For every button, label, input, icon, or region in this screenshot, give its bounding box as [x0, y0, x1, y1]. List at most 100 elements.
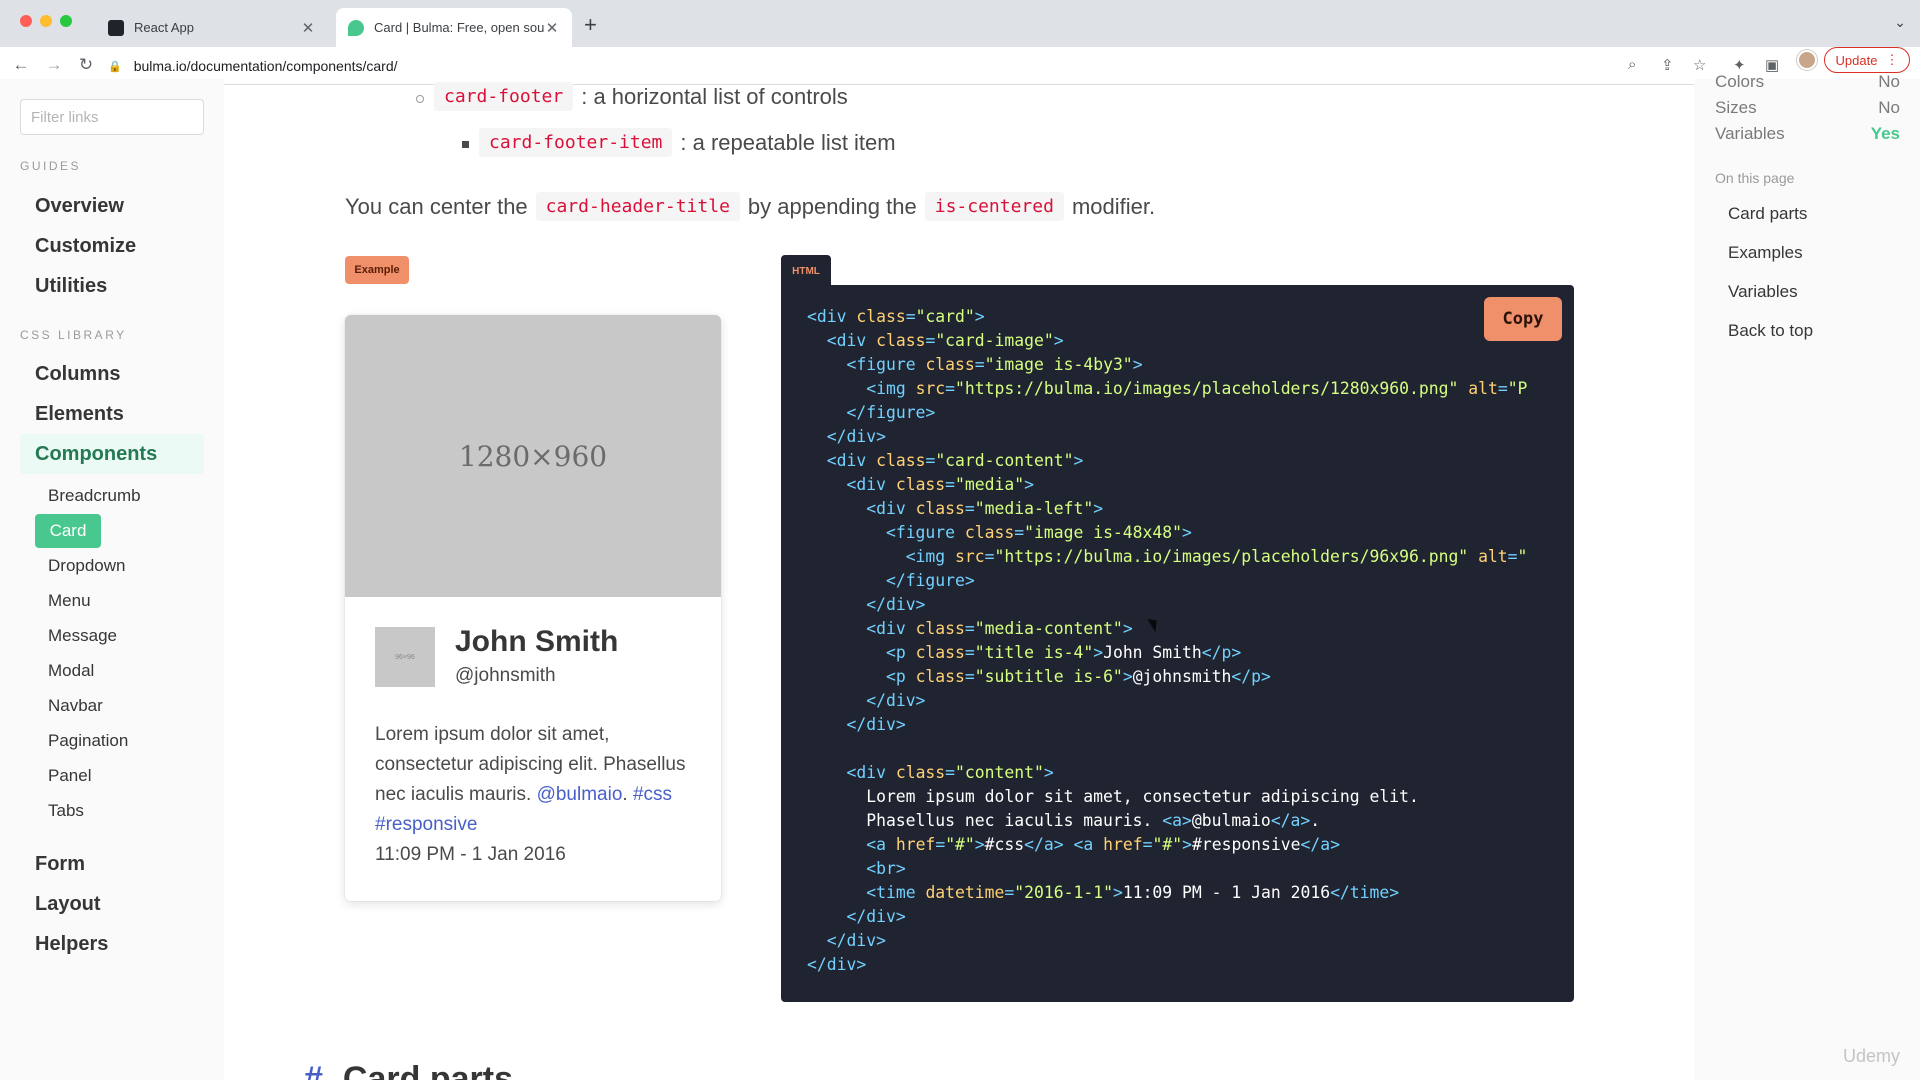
toc-item-back-to-top[interactable]: Back to top [1728, 321, 1813, 341]
sidebar-item-utilities[interactable]: Utilities [35, 275, 107, 298]
update-label: Update [1835, 52, 1878, 68]
minimize-window-button[interactable] [40, 15, 52, 27]
guides-label: GUIDES [20, 159, 82, 173]
code-line: <div class="media-left"> [866, 499, 1104, 518]
code-line: <div class="media"> [846, 475, 1034, 494]
code-line: <div class="media-content"> [866, 619, 1133, 638]
tab-bulma-card[interactable]: Card | Bulma: Free, open source ✕ [336, 8, 572, 47]
inline-code: card-footer-item [479, 128, 673, 157]
sidebar-item-columns[interactable]: Columns [35, 363, 121, 386]
close-window-button[interactable] [20, 15, 32, 27]
toc-item-card-parts[interactable]: Card parts [1728, 204, 1807, 224]
sidebar-item-layout[interactable]: Layout [35, 893, 101, 916]
tab-title: React App [134, 20, 194, 35]
code-line: Phasellus nec iaculis mauris. <a>@bulmai… [807, 811, 1321, 830]
sentence-text: You can center the [345, 193, 528, 219]
card-title: John Smith [455, 625, 619, 658]
code-line: </div> [826, 427, 886, 446]
sidebar-item-message[interactable]: Message [48, 626, 117, 646]
sidebar-item-dropdown[interactable]: Dropdown [48, 556, 126, 576]
spec-value: No [1878, 72, 1900, 91]
list-bullet-circle [416, 95, 424, 103]
example-tag: Example [345, 256, 409, 284]
sidebar-item-tabs[interactable]: Tabs [48, 801, 84, 821]
new-tab-plus-icon[interactable]: + [584, 12, 597, 38]
thumb-size-label: 96×96 [395, 653, 415, 661]
profile-avatar[interactable] [1797, 50, 1817, 70]
card-subtitle: @johnsmith [455, 665, 556, 686]
avatar-thumbnail-placeholder: 96×96 [375, 627, 435, 687]
bookmark-star-icon[interactable]: ☆ [1693, 56, 1706, 74]
code-line: <a href="#">#css</a> <a href="#">#respon… [866, 835, 1341, 854]
code-line: </div> [866, 595, 926, 614]
sidebar-item-menu[interactable]: Menu [48, 591, 91, 611]
docs-sidebar: GUIDES Overview Customize Utilities CSS … [0, 79, 224, 1080]
sidebar-item-navbar[interactable]: Navbar [48, 696, 103, 716]
list-bullet-square [462, 141, 469, 148]
maximize-window-button[interactable] [60, 15, 72, 27]
html-code-tab[interactable]: HTML [781, 255, 831, 287]
code-line: </div> [866, 691, 926, 710]
spec-row-sizes: Sizes No [1715, 98, 1900, 118]
url-text[interactable]: bulma.io/documentation/components/card/ [134, 58, 398, 74]
browser-tab-bar: React App ✕ Card | Bulma: Free, open sou… [0, 0, 1920, 47]
responsive-hashtag-link[interactable]: #responsive [375, 814, 477, 835]
code-line: <div class="card"> [807, 307, 985, 326]
address-bar[interactable]: 🔒 bulma.io/documentation/components/card… [108, 51, 1668, 81]
html-code-block: Copy <div class="card"> <div class="card… [781, 285, 1574, 1002]
close-tab-icon[interactable]: ✕ [300, 19, 316, 37]
sidebar-item-components[interactable]: Components [35, 443, 157, 466]
update-button[interactable]: Update ⋮ [1824, 47, 1910, 73]
inline-code: card-footer [434, 82, 574, 111]
filter-links-input[interactable] [20, 99, 204, 135]
sidebar-item-modal[interactable]: Modal [48, 661, 94, 681]
sidebar-item-form[interactable]: Form [35, 853, 85, 876]
demo-card: 1280×960 96×96 John Smith @johnsmith Lor… [345, 315, 721, 901]
code-line: <br> [866, 859, 906, 878]
more-vertical-icon: ⋮ [1885, 52, 1899, 67]
close-tab-icon[interactable]: ✕ [544, 19, 560, 37]
sidebar-item-overview[interactable]: Overview [35, 195, 124, 218]
share-icon[interactable]: ⇪ [1661, 56, 1674, 74]
sidebar-item-elements[interactable]: Elements [35, 403, 124, 426]
heading-anchor-hash[interactable]: # [304, 1060, 323, 1080]
toc-item-variables[interactable]: Variables [1728, 282, 1798, 302]
back-arrow-icon[interactable]: ← [10, 55, 32, 75]
sidebar-item-card[interactable]: Card [35, 514, 101, 548]
image-size-label: 1280×960 [458, 439, 608, 473]
code-line: </figure> [885, 571, 975, 590]
udemy-watermark: Udemy [1843, 1046, 1901, 1066]
zoom-icon[interactable]: ⌕ [1628, 56, 1636, 73]
list-item-text: : a horizontal list of controls [581, 83, 848, 109]
code-line: </figure> [846, 403, 936, 422]
card-timestamp: 11:09 PM - 1 Jan 2016 [375, 844, 566, 865]
bulmaio-link[interactable]: @bulmaio [537, 784, 623, 805]
reload-icon[interactable]: ↻ [75, 55, 97, 75]
code-line: </div> [807, 955, 867, 974]
sidebar-item-customize[interactable]: Customize [35, 235, 136, 258]
right-meta-panel [1694, 79, 1920, 1080]
copy-button[interactable]: Copy [1484, 297, 1562, 341]
code-line: <p class="subtitle is-6">@johnsmith</p> [885, 667, 1271, 686]
code-line: <img src="https://bulma.io/images/placeh… [866, 379, 1528, 398]
tab-react-app[interactable]: React App ✕ [96, 8, 328, 47]
spec-label: Variables [1715, 124, 1785, 143]
sentence-text: modifier. [1071, 193, 1156, 219]
sidebar-item-panel[interactable]: Panel [48, 766, 91, 786]
list-item-card-footer: card-footer : a horizontal list of contr… [434, 82, 848, 111]
sidebar-item-pagination[interactable]: Pagination [48, 731, 128, 751]
sidebar-item-breadcrumb[interactable]: Breadcrumb [48, 486, 141, 506]
sidebar-item-helpers[interactable]: Helpers [35, 933, 108, 956]
code-line: <div class="card-content"> [826, 451, 1084, 470]
code-line: <time datetime="2016-1-1">11:09 PM - 1 J… [866, 883, 1400, 902]
spec-row-variables: Variables Yes [1715, 124, 1900, 144]
card-parts-heading: # Card parts [304, 1060, 513, 1080]
forward-arrow-icon[interactable]: → [43, 55, 65, 75]
toc-item-examples[interactable]: Examples [1728, 243, 1803, 263]
heading-text: Card parts [342, 1060, 513, 1080]
tab-search-chevron-icon[interactable]: ⌄ [1894, 14, 1906, 31]
sentence-text: by appending the [747, 193, 917, 219]
spec-value: Yes [1870, 124, 1900, 143]
css-library-label: CSS LIBRARY [20, 328, 127, 342]
css-hashtag-link[interactable]: #css [633, 784, 672, 805]
